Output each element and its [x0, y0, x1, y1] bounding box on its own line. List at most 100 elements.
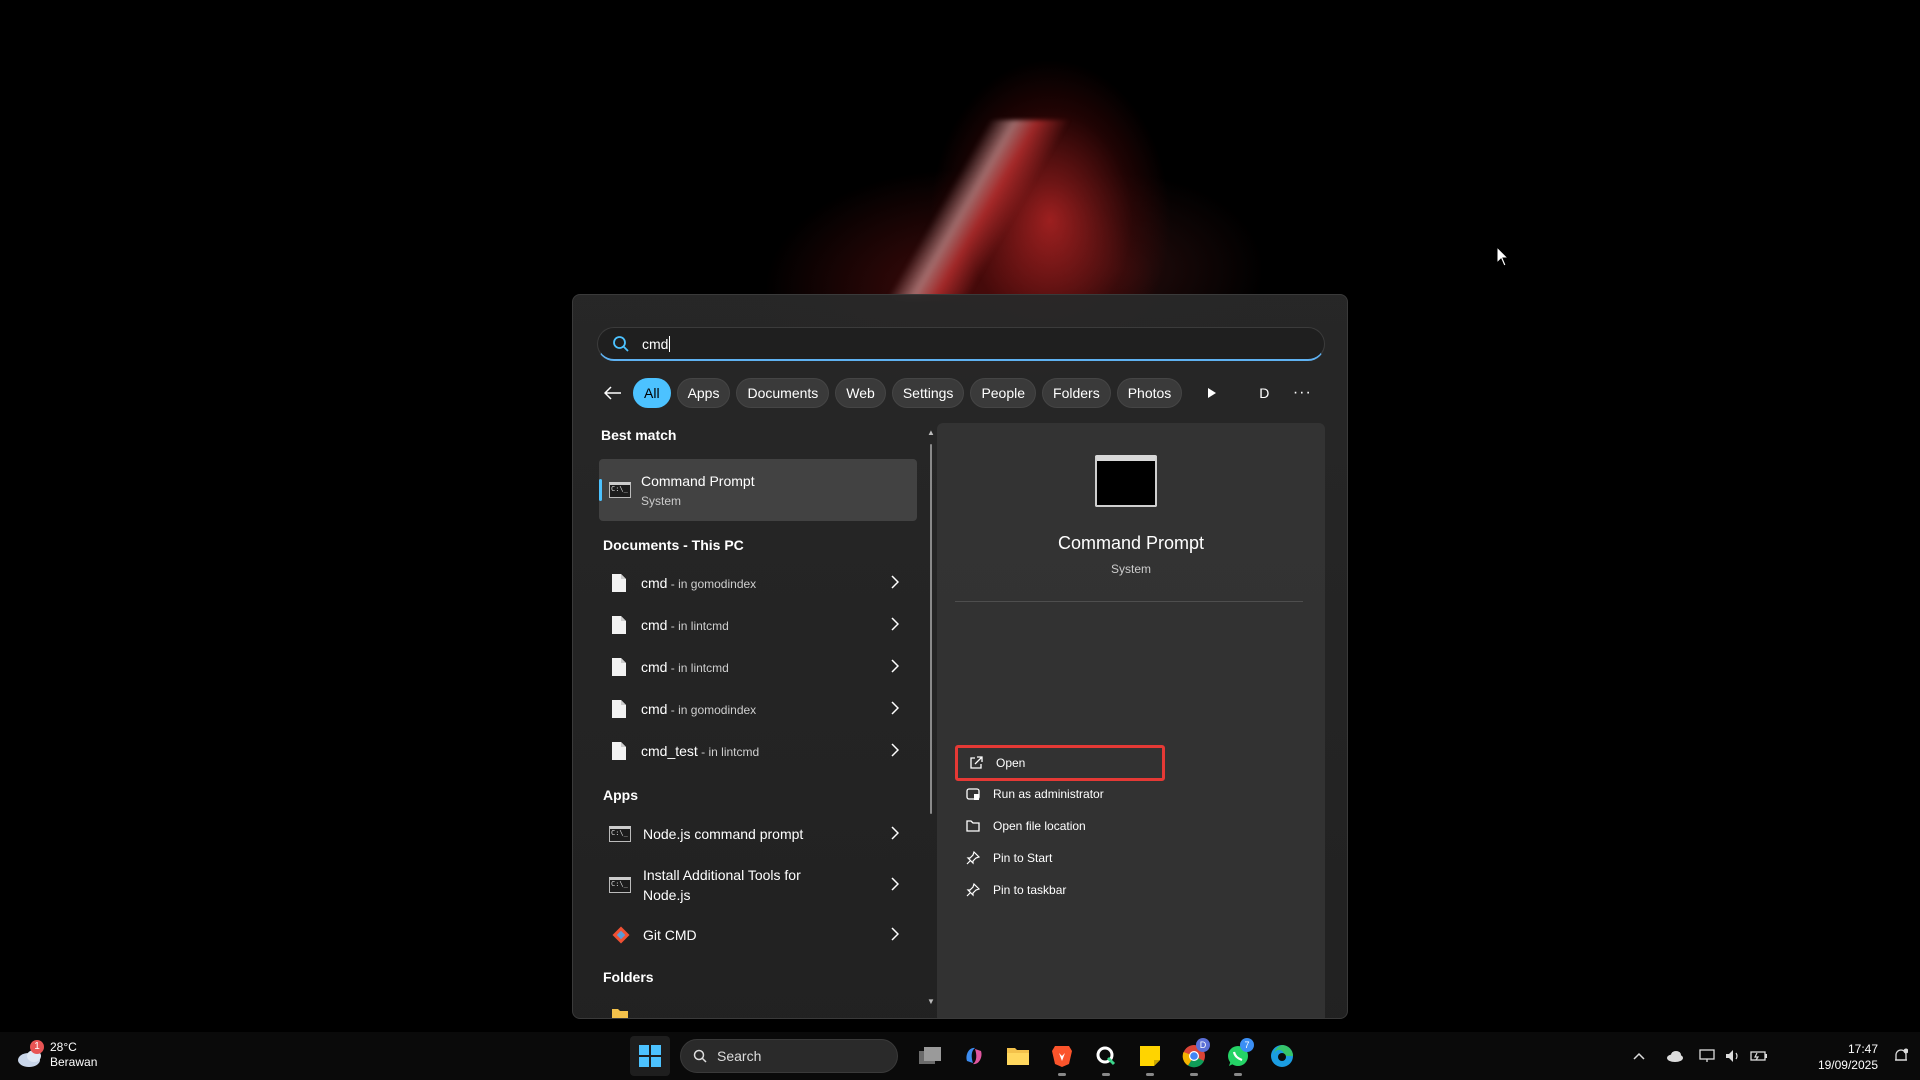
pin-to-start-action[interactable]: Pin to Start [955, 841, 1165, 875]
search-query[interactable]: cmd [642, 336, 668, 352]
document-item[interactable]: cmd_test - in lintcmd [599, 731, 917, 771]
shield-admin-icon [965, 786, 981, 802]
document-icon [612, 700, 626, 718]
apps-heading: Apps [603, 787, 638, 803]
document-name: cmd_test [641, 743, 698, 759]
results-list: Best match C:\_ Command Prompt System Do… [599, 425, 929, 1018]
filter-folders[interactable]: Folders [1042, 378, 1111, 408]
chrome-app[interactable]: D [1172, 1036, 1216, 1076]
chevron-right-icon [891, 701, 899, 715]
brave-app[interactable] [1040, 1036, 1084, 1076]
document-item[interactable]: cmd - in lintcmd [599, 647, 917, 687]
open-label: Open [996, 756, 1026, 770]
results-scrollbar[interactable]: ▲ ▼ [927, 428, 935, 1006]
file-explorer-app[interactable] [996, 1036, 1040, 1076]
scroll-up-arrow-icon[interactable]: ▲ [927, 428, 935, 437]
document-location: - in lintcmd [697, 745, 760, 759]
edge-app[interactable] [1260, 1036, 1304, 1076]
network-icon[interactable] [1696, 1046, 1718, 1066]
command-prompt-icon: C:\_ [609, 482, 631, 498]
system-tray [1624, 1046, 1770, 1066]
more-options-button[interactable]: ··· [1286, 378, 1318, 408]
edge-icon [1271, 1045, 1293, 1067]
sticky-notes-icon [1140, 1046, 1160, 1066]
account-avatar-button[interactable]: D [1248, 378, 1280, 408]
document-icon [612, 574, 626, 592]
clock[interactable]: 17:47 19/09/2025 [1818, 1041, 1878, 1073]
onedrive-cloud-icon[interactable] [1664, 1046, 1686, 1066]
document-name: cmd [641, 659, 668, 675]
document-item[interactable]: cmd - in gomodindex [599, 689, 917, 729]
volume-icon[interactable] [1722, 1046, 1744, 1066]
app-item[interactable]: C:\_ Node.js command prompt [599, 814, 917, 854]
running-indicator [1190, 1073, 1198, 1076]
whatsapp-unread-badge: 7 [1240, 1038, 1254, 1052]
scroll-thumb[interactable] [930, 444, 932, 814]
app-item[interactable]: Git CMD [599, 915, 917, 955]
folder-icon [965, 818, 981, 834]
battery-icon[interactable] [1748, 1046, 1770, 1066]
filter-apps[interactable]: Apps [676, 378, 731, 408]
document-item[interactable]: cmd - in lintcmd [599, 605, 917, 645]
more-filters-button[interactable] [1196, 378, 1228, 408]
document-location: - in gomodindex [667, 577, 757, 591]
app-item[interactable]: C:\_ Install Additional Tools for Node.j… [599, 857, 917, 913]
open-external-icon [968, 755, 984, 771]
chevron-right-icon [891, 659, 899, 673]
folder-icon [612, 1009, 628, 1018]
running-indicator [1102, 1073, 1110, 1076]
start-button[interactable] [630, 1036, 670, 1076]
taskbar-apps: Search D 7 [630, 1036, 1304, 1076]
task-view-button[interactable] [908, 1036, 952, 1076]
text-caret [669, 335, 671, 352]
clock-date: 19/09/2025 [1817, 1058, 1878, 1072]
app-name: Install Additional Tools for Node.js [643, 867, 801, 903]
git-icon [612, 926, 630, 944]
open-file-location-action[interactable]: Open file location [955, 809, 1165, 843]
folders-heading: Folders [603, 969, 654, 985]
filter-settings[interactable]: Settings [891, 378, 965, 408]
filter-all[interactable]: All [633, 378, 671, 408]
copilot-app[interactable] [952, 1036, 996, 1076]
run-as-admin-action[interactable]: Run as administrator [955, 777, 1165, 811]
filter-web[interactable]: Web [835, 378, 886, 408]
chevron-right-icon [891, 575, 899, 589]
notification-bell-icon[interactable] [1894, 1048, 1909, 1069]
filter-people[interactable]: People [970, 378, 1037, 408]
best-match-item[interactable]: C:\_ Command Prompt System [599, 459, 917, 521]
open-action[interactable]: Open [955, 745, 1165, 781]
document-icon [612, 742, 626, 760]
start-search-panel: cmd All Apps Documents Web Settings Peop… [572, 294, 1348, 1019]
best-match-name: Command Prompt [641, 472, 755, 489]
app-name: Git CMD [643, 927, 697, 943]
documents-heading: Documents - This PC [603, 537, 744, 553]
mouse-cursor-icon [1496, 246, 1510, 267]
pin-to-taskbar-action[interactable]: Pin to taskbar [955, 873, 1165, 907]
filter-photos[interactable]: Photos [1116, 378, 1183, 408]
document-name: cmd [641, 617, 668, 633]
document-item[interactable]: cmd - in gomodindex [599, 563, 917, 603]
scroll-down-arrow-icon[interactable]: ▼ [927, 997, 935, 1006]
weather-condition: Berawan [50, 1055, 98, 1069]
back-button[interactable] [597, 377, 629, 409]
chrome-profile-badge: D [1196, 1038, 1210, 1052]
search-icon [613, 335, 629, 352]
document-location: - in lintcmd [667, 619, 729, 633]
search-input[interactable]: cmd [597, 327, 1325, 361]
file-explorer-icon [1007, 1048, 1029, 1065]
sticky-notes-app[interactable] [1128, 1036, 1172, 1076]
taskbar-search[interactable]: Search [680, 1039, 898, 1073]
detail-divider [955, 601, 1303, 602]
document-name: cmd [641, 575, 668, 591]
run-as-admin-label: Run as administrator [993, 787, 1104, 801]
document-location: - in lintcmd [667, 661, 729, 675]
whatsapp-app[interactable]: 7 [1216, 1036, 1260, 1076]
weather-widget[interactable]: 1 28°C Berawan [16, 1040, 97, 1070]
filter-documents[interactable]: Documents [736, 378, 830, 408]
q-app-icon [1096, 1046, 1116, 1066]
q-app[interactable] [1084, 1036, 1128, 1076]
show-hidden-icons-chevron-up-icon[interactable] [1628, 1046, 1650, 1066]
chevron-right-icon [891, 826, 899, 840]
document-icon [612, 616, 626, 634]
open-file-location-label: Open file location [993, 819, 1086, 833]
